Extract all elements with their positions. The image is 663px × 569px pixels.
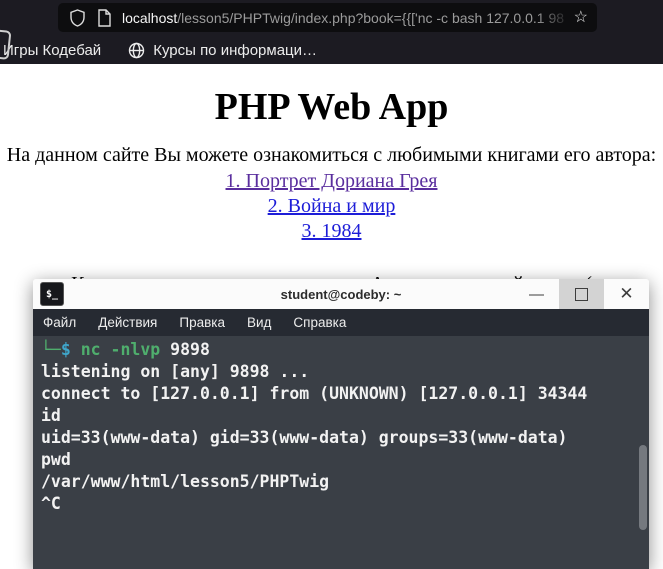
book-link-2[interactable]: 2. Война и мир xyxy=(0,194,663,219)
terminal-line: id xyxy=(41,405,649,427)
shield-icon[interactable] xyxy=(69,8,86,27)
terminal-line: pwd xyxy=(41,449,649,471)
terminal-app-icon: $_ xyxy=(40,282,64,306)
terminal-line: uid=33(www-data) gid=33(www-data) groups… xyxy=(41,427,649,449)
url-host: localhost xyxy=(122,9,178,26)
terminal-body[interactable]: └─$ nc -nlvp 9898 listening on [any] 9898… xyxy=(33,336,649,569)
menu-edit[interactable]: Правка xyxy=(168,315,236,330)
terminal-menubar: Файл Действия Правка Вид Справка xyxy=(33,309,649,336)
terminal-scrollbar[interactable] xyxy=(638,336,648,569)
bookmark-label: Курсы по информаци… xyxy=(153,41,318,59)
page-info-icon[interactable] xyxy=(97,8,112,27)
menu-actions[interactable]: Действия xyxy=(87,315,168,330)
terminal-line: /var/www/html/lesson5/PHPTwig xyxy=(41,471,649,493)
maximize-button[interactable] xyxy=(559,279,604,309)
bookmarks-bar: Игры Кодебай Курсы по информаци… xyxy=(0,36,663,64)
menu-view[interactable]: Вид xyxy=(236,315,282,330)
terminal-window: $_ student@codeby: ~ — ✕ Файл Действия П… xyxy=(33,279,649,569)
book-link-3[interactable]: 3. 1984 xyxy=(0,219,663,244)
terminal-line: connect to [127.0.0.1] from (UNKNOWN) [1… xyxy=(41,383,649,405)
terminal-text-segment: ^C xyxy=(41,494,61,513)
terminal-text-segment: nc -nlvp xyxy=(80,340,161,359)
terminal-text-segment: uid=33(www-data) gid=33(www-data) groups… xyxy=(41,428,568,447)
window-controls: — ✕ xyxy=(514,279,649,309)
intro-text: На данном сайте Вы можете ознакомиться с… xyxy=(6,144,657,166)
terminal-text-segment: 9898 xyxy=(160,340,210,359)
bookmark-label: Игры Кодебай xyxy=(3,41,102,59)
terminal-titlebar[interactable]: $_ student@codeby: ~ — ✕ xyxy=(33,279,649,309)
book-link-1[interactable]: 1. Портрет Дориана Грея xyxy=(0,169,663,194)
terminal-text-segment: connect to [127.0.0.1] from (UNKNOWN) [1… xyxy=(41,384,588,403)
page-title: PHP Web App xyxy=(214,86,449,128)
bookmark-star-icon[interactable]: ☆ xyxy=(574,3,588,32)
terminal-text-segment: pwd xyxy=(41,450,71,469)
terminal-text-segment: /var/www/html/lesson5/PHPTwig xyxy=(41,472,330,491)
close-button[interactable]: ✕ xyxy=(604,279,649,309)
close-icon: ✕ xyxy=(619,284,634,303)
browser-toolbar: localhost/lesson5/PHPTwig/index.php?book… xyxy=(0,0,663,60)
terminal-line: └─$ nc -nlvp 9898 xyxy=(41,339,649,361)
terminal-text-segment: └─ xyxy=(41,340,61,359)
globe-icon xyxy=(129,42,145,58)
terminal-output: └─$ nc -nlvp 9898 listening on [any] 9898… xyxy=(41,339,649,515)
menu-file[interactable]: Файл xyxy=(33,315,87,330)
url-fade-overlay xyxy=(535,9,572,26)
bookmark-item-courses[interactable]: Курсы по информаци… xyxy=(128,42,317,59)
terminal-line: ^C xyxy=(41,493,649,515)
terminal-text-segment: $ xyxy=(60,340,81,359)
terminal-line: listening on [any] 9898 ... xyxy=(41,361,649,383)
browser-chrome: localhost/lesson5/PHPTwig/index.php?book… xyxy=(0,0,663,64)
scrollbar-thumb[interactable] xyxy=(639,445,647,530)
screenshot-root: { "browser": { "url": { "host": "localho… xyxy=(0,0,663,569)
bookmark-item-kodebay[interactable]: Игры Кодебай xyxy=(3,42,101,59)
menu-help[interactable]: Справка xyxy=(282,315,357,330)
url-path: /lesson5/PHPTwig/index.php?book={{['nc -… xyxy=(177,9,565,26)
maximize-icon xyxy=(575,287,588,301)
terminal-text-segment: id xyxy=(41,406,61,425)
address-bar[interactable]: localhost/lesson5/PHPTwig/index.php?book… xyxy=(58,3,597,32)
url-text[interactable]: localhost/lesson5/PHPTwig/index.php?book… xyxy=(122,9,572,26)
terminal-text-segment: listening on [any] 9898 ... xyxy=(41,362,310,381)
minimize-button[interactable]: — xyxy=(514,279,559,309)
book-links: 1. Портрет Дориана Грея 2. Война и мир 3… xyxy=(0,169,663,244)
minimize-icon: — xyxy=(529,285,544,303)
